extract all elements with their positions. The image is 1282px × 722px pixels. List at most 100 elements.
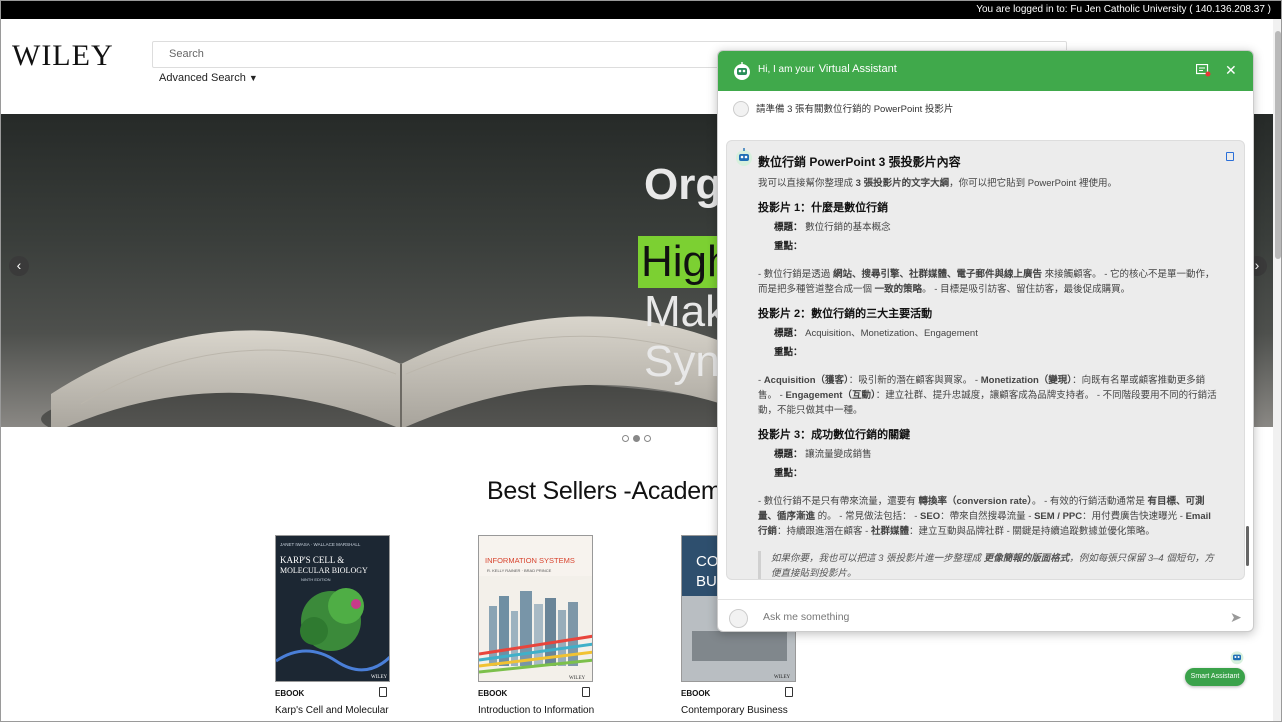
cover-authors: R. KELLY RAINER · BRAD PRINCE xyxy=(487,568,552,573)
slide-heading: 投影片 2：數位行銷的三大主要活動 xyxy=(758,308,933,320)
robot-avatar-icon xyxy=(1230,651,1244,665)
chevron-left-icon: ‹ xyxy=(16,257,22,273)
assistant-response-bubble: 數位行銷 PowerPoint 3 張投影片內容 我可以直接幫你整理成 3 張投… xyxy=(726,140,1245,580)
advanced-search-label: Advanced Search xyxy=(159,72,246,84)
body-text: ：持續跟進潛在顧客 - xyxy=(777,526,871,537)
title-label: 標題： xyxy=(774,449,803,460)
response-heading: 數位行銷 PowerPoint 3 張投影片內容 xyxy=(758,155,961,169)
login-status-text: You are logged in to: Fu Jen Catholic Un… xyxy=(976,4,1271,15)
points-label: 重點： xyxy=(774,347,803,358)
chat-header: Hi, I am your Virtual Assistant ✕ xyxy=(718,51,1253,91)
chat-scrollbar[interactable] xyxy=(1246,526,1249,566)
bestsellers-heading: Best Sellers -Academi xyxy=(487,477,727,505)
intro-part: ，你可以把它貼到 PowerPoint 裡使用。 xyxy=(949,178,1117,189)
emphasis-text: SEM / PPC xyxy=(1034,511,1083,522)
search-placeholder: Search xyxy=(169,48,204,60)
hero-headline-3: Mak xyxy=(644,287,728,336)
browser-viewport: You are logged in to: Fu Jen Catholic Un… xyxy=(0,0,1282,722)
book-title[interactable]: Contemporary Business xyxy=(681,705,788,716)
robot-avatar-icon xyxy=(736,148,752,166)
slide-body: - 數位行銷是透過 網站、搜尋引擎、社群媒體、電子郵件與線上廣告 來接觸顧客。 … xyxy=(758,267,1220,297)
close-icon[interactable]: ✕ xyxy=(1225,63,1237,77)
cover-publisher: WILEY xyxy=(371,675,387,680)
book-cover[interactable]: INFORMATION SYSTEMS R. KELLY RAINER · BR… xyxy=(478,535,593,682)
ebook-icon xyxy=(785,687,793,697)
body-text: - 數位行銷是透過 xyxy=(758,269,833,280)
emphasis-text: Acquisition（獲客） xyxy=(763,375,849,386)
chat-title: Hi, I am your Virtual Assistant xyxy=(758,63,897,75)
emphasis-text: 社群媒體 xyxy=(870,526,909,537)
carousel-prev-button[interactable]: ‹ xyxy=(9,256,29,276)
emphasis-text: 轉換率（conversion rate） xyxy=(918,496,1032,507)
emphasis-text: Engagement（互動） xyxy=(785,390,876,401)
cover-title-line2: MOLECULAR BIOLOGY xyxy=(280,566,368,575)
book-cover[interactable]: JANET IWASA · WALLACE MARSHALL KARP'S CE… xyxy=(275,535,390,682)
user-message: 請準備 3 張有關數位行銷的 PowerPoint 投影片 xyxy=(733,101,954,118)
slide-title-line: 標題： Acquisition、Monetization、Engagement xyxy=(758,326,1220,341)
carousel-dots xyxy=(622,435,655,442)
emphasis-text: 更像簡報的版面格式 xyxy=(983,553,1070,564)
emphasis-text: 一致的策略 xyxy=(874,284,923,295)
slide-title: Acquisition、Monetization、Engagement xyxy=(805,328,978,339)
page-scrollbar[interactable] xyxy=(1273,19,1281,721)
body-text: 。 - 目標是吸引訪客、留住訪客，最後促成購買。 xyxy=(922,284,1131,295)
chevron-right-icon: › xyxy=(1254,257,1260,273)
body-text: ：帶來自然搜尋流量 - xyxy=(940,511,1035,522)
slide-heading: 投影片 3：成功數位行銷的關鍵 xyxy=(758,429,911,441)
slide-title: 讓流量變成銷售 xyxy=(805,449,872,460)
login-status-bar: You are logged in to: Fu Jen Catholic Un… xyxy=(1,1,1281,19)
carousel-dot[interactable] xyxy=(622,435,629,442)
body-text: 如果你要，我也可以把這 3 張投影片進一步整理成 xyxy=(771,553,984,564)
body-text: 。 - 有效的行銷活動通常是 xyxy=(1031,496,1148,507)
cover-publisher: WILEY xyxy=(774,675,790,680)
chat-input[interactable]: Ask me something xyxy=(763,611,849,623)
title-label: 標題： xyxy=(774,328,803,339)
page-scrollbar-thumb[interactable] xyxy=(1275,31,1281,259)
slide-heading: 投影片 1：什麼是數位行銷 xyxy=(758,202,889,214)
info-systems-cover-art: INFORMATION SYSTEMS R. KELLY RAINER · BR… xyxy=(479,536,592,681)
cover-authors: JANET IWASA · WALLACE MARSHALL xyxy=(280,542,361,547)
book-title[interactable]: Karp's Cell and Molecular xyxy=(275,705,389,716)
book-format-label: EBOOK xyxy=(478,689,508,698)
smart-assistant-launcher[interactable]: Smart Assistant xyxy=(1184,648,1246,688)
book-title[interactable]: Introduction to Information xyxy=(478,705,594,716)
body-text: ：吸引新的潛在顧客與買家。 - xyxy=(848,375,981,386)
slide-points-label: 重點： xyxy=(758,345,1220,360)
ebook-icon xyxy=(582,687,590,697)
robot-avatar-icon xyxy=(734,62,750,80)
cover-publisher: WILEY xyxy=(569,676,585,681)
body-text: - 數位行銷不是只有帶來流量，還要有 xyxy=(758,496,919,507)
body-text: 的。 - 常見做法包括： - xyxy=(815,511,921,522)
slide-points-label: 重點： xyxy=(758,466,1220,481)
response-intro: 我可以直接幫你整理成 3 張投影片的文字大綱，你可以把它貼到 PowerPoin… xyxy=(758,176,1220,191)
wiley-logo[interactable]: WILEY xyxy=(12,39,114,73)
intro-part: 我可以直接幫你整理成 xyxy=(758,178,854,189)
body-text: ：建立互動與品牌社群 - 關鍵是持續追蹤數據並優化策略。 xyxy=(908,526,1155,537)
assistant-message: 數位行銷 PowerPoint 3 張投影片內容 我可以直接幫你整理成 3 張投… xyxy=(758,155,1220,579)
new-chat-icon[interactable] xyxy=(1195,63,1211,79)
cover-title-line2: BU xyxy=(696,573,717,590)
emphasis-text: SEO xyxy=(920,511,941,522)
emphasis-text: 網站、搜尋引擎、社群媒體、電子郵件與線上廣告 xyxy=(832,269,1042,280)
slide-title: 數位行銷的基本概念 xyxy=(805,222,891,233)
advanced-search-toggle[interactable]: Advanced Search ▼ xyxy=(159,72,258,84)
slide-title-line: 標題： 數位行銷的基本概念 xyxy=(758,220,1220,235)
carousel-dot-active[interactable] xyxy=(633,435,640,442)
title-label: 標題： xyxy=(774,222,803,233)
user-message-text: 請準備 3 張有關數位行銷的 PowerPoint 投影片 xyxy=(756,104,954,115)
cover-title-line1: KARP'S CELL & xyxy=(280,555,344,565)
hero-headline-4: Syn xyxy=(644,337,720,386)
body-text: ：用付費廣告快速曝光 - xyxy=(1082,511,1186,522)
send-icon[interactable]: ➤ xyxy=(1230,609,1242,626)
assistant-name: Virtual Assistant xyxy=(818,63,897,75)
user-avatar-icon xyxy=(733,101,749,118)
slide-points-label: 重點： xyxy=(758,239,1220,254)
chat-input-row: Ask me something ➤ xyxy=(718,599,1253,631)
copy-icon[interactable] xyxy=(1226,152,1234,161)
carousel-dot[interactable] xyxy=(644,435,651,442)
book-format-label: EBOOK xyxy=(275,689,305,698)
points-label: 重點： xyxy=(774,241,803,252)
smart-assistant-button[interactable]: Smart Assistant xyxy=(1185,668,1245,686)
intro-emphasis: 3 張投影片的文字大綱 xyxy=(855,178,950,189)
ebook-icon xyxy=(379,687,387,697)
